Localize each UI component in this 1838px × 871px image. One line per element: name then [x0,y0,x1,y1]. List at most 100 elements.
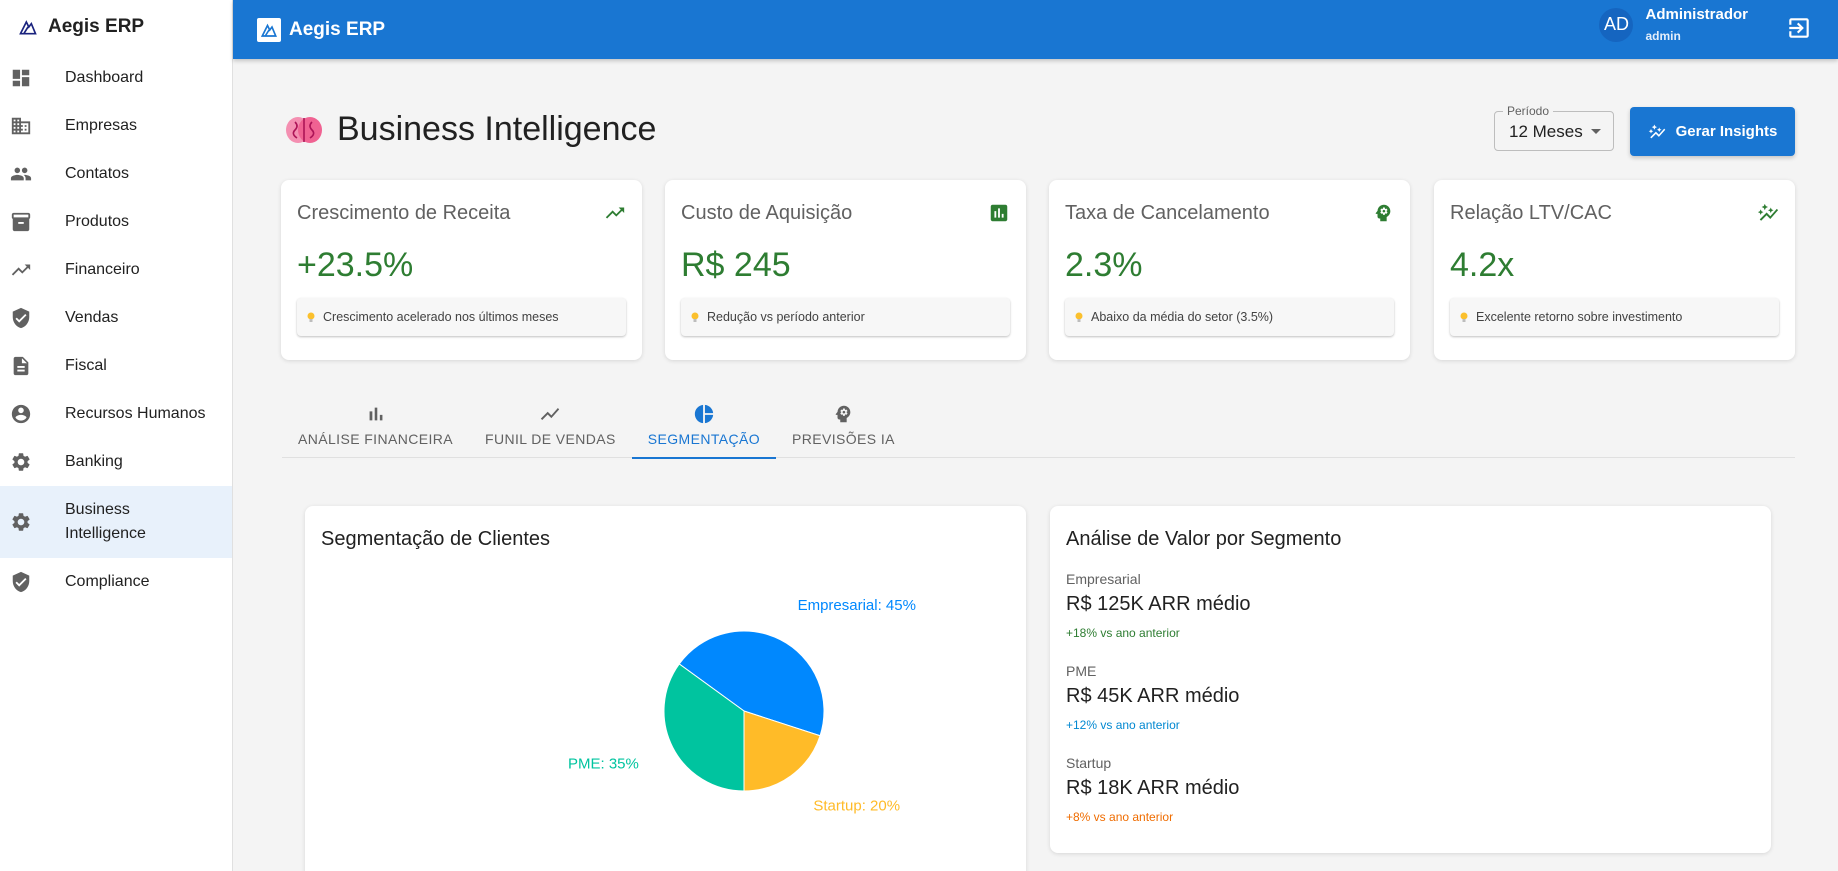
kpi-note: Redução vs período anterior [681,298,1010,336]
kpi-title: Taxa de Cancelamento [1065,202,1270,224]
kpi-value: 4.2x [1450,246,1515,284]
page-title: Business Intelligence [337,110,657,148]
sidebar-item-business-intelligence[interactable]: Business Intelligence [0,486,232,558]
sidebar-item-contatos[interactable]: Contatos [0,150,232,198]
auto-graph-icon [1648,124,1665,138]
tab-analise-financeira[interactable]: ANÁLISE FINANCEIRA [282,392,469,458]
kpi-card-acquisition-cost: Custo de Aquisição R$ 245 Redução vs per… [665,180,1026,360]
trending-up-icon [10,259,32,281]
tab-previsoes-ia[interactable]: PREVISÕES IA [776,392,911,458]
dashboard-icon [10,67,32,89]
tab-label: FUNIL DE VENDAS [485,431,616,447]
segment-value-analysis-card: Análise de Valor por Segmento Empresaria… [1050,506,1771,853]
segment-name: Empresarial [1066,571,1141,587]
sidebar-item-financeiro[interactable]: Financeiro [0,246,232,294]
segment-change: +18% vs ano anterior [1066,626,1180,640]
document-icon [10,355,32,377]
pie-chart-icon [694,404,714,424]
aegis-logo-icon [19,20,37,35]
trending-up-icon [604,202,626,224]
avatar[interactable]: AD [1599,7,1634,42]
period-select[interactable]: Período 12 Meses [1494,104,1614,151]
segment-item-startup: Startup R$ 18K ARR médio +8% vs ano ante… [1066,755,1239,824]
sidebar-item-vendas[interactable]: Vendas [0,294,232,342]
kpi-note-text: Excelente retorno sobre investimento [1476,310,1683,324]
tab-label: SEGMENTAÇÃO [647,431,761,447]
logout-icon[interactable] [1786,15,1812,41]
chevron-down-icon [1591,129,1601,134]
segment-value: R$ 125K ARR médio [1066,593,1251,615]
sidebar-item-label: Empresas [65,117,138,134]
kpi-value: +23.5% [297,246,414,284]
gear-icon [10,511,32,533]
user-role: admin [1645,29,1681,43]
lightbulb-icon [691,312,699,322]
period-select-label: Período [1503,104,1554,118]
gear-icon [10,451,32,473]
account-circle-icon [10,403,32,425]
page-header: Business Intelligence [285,110,656,149]
sidebar-item-recursos-humanos[interactable]: Recursos Humanos [0,390,232,438]
sidebar-item-label: Produtos [65,213,130,230]
kpi-card-churn-rate: Taxa de Cancelamento 2.3% Abaixo da médi… [1049,180,1410,360]
sidebar-item-fiscal[interactable]: Fiscal [0,342,232,390]
tab-segmentacao[interactable]: SEGMENTAÇÃO [631,392,777,459]
psychology-icon [836,405,851,423]
sidebar-item-label: Fiscal [65,357,107,374]
sidebar-item-empresas[interactable]: Empresas [0,102,232,150]
user-menu[interactable]: AD Administrador admin [1599,6,1748,43]
segment-item-pme: PME R$ 45K ARR médio +12% vs ano anterio… [1066,663,1239,732]
card-title: Análise de Valor por Segmento [1066,528,1342,550]
period-select-value: 12 Meses [1509,122,1583,141]
tab-label: PREVISÕES IA [792,431,895,447]
segment-value: R$ 18K ARR médio [1066,777,1240,799]
kpi-value: R$ 245 [681,246,791,284]
shield-icon [10,307,32,329]
generate-insights-label: Gerar Insights [1675,123,1778,140]
segment-change: +12% vs ano anterior [1066,718,1180,732]
bar-chart-icon [988,202,1010,224]
segmentation-pie-chart: Empresarial: 45% Startup: 20% PME: 35% [568,597,916,815]
kpi-note-text: Abaixo da média do setor (3.5%) [1091,310,1274,324]
tab-funil-de-vendas[interactable]: FUNIL DE VENDAS [469,392,632,458]
kpi-title: Relação LTV/CAC [1450,202,1612,224]
sidebar-brand-name: Aegis ERP [48,16,145,37]
segment-name: Startup [1066,755,1112,771]
sidebar: Aegis ERP Dashboard Empresas Contatos Pr… [0,0,233,871]
kpi-title: Custo de Aquisição [681,202,853,224]
kpi-value: 2.3% [1065,246,1143,284]
building-icon [10,115,32,137]
lightbulb-icon [1460,312,1468,322]
sidebar-nav: Dashboard Empresas Contatos Produtos Fin… [0,54,232,606]
customer-segmentation-card: Segmentação de Clientes Empresarial: 45%… [305,506,1026,871]
kpi-card-revenue-growth: Crescimento de Receita +23.5% Cresciment… [281,180,642,360]
bi-tabs: ANÁLISE FINANCEIRA FUNIL DE VENDAS SEGME… [282,392,1795,459]
sidebar-item-label: Banking [65,453,123,470]
sidebar-item-banking[interactable]: Banking [0,438,232,486]
lightbulb-icon [1075,312,1083,322]
lightbulb-icon [307,312,315,322]
segment-change: +8% vs ano anterior [1066,810,1174,824]
shield-icon [10,571,32,593]
pie-label-startup: Startup: 20% [813,797,900,814]
kpi-note: Crescimento acelerado nos últimos meses [297,298,626,336]
segment-item-empresarial: Empresarial R$ 125K ARR médio +18% vs an… [1066,571,1251,640]
user-name: Administrador [1645,6,1748,23]
kpi-card-ltv-cac: Relação LTV/CAC 4.2x Excelente retorno s… [1434,180,1795,360]
user-info: Administrador admin [1645,6,1748,43]
sidebar-item-label: Vendas [65,309,119,326]
sidebar-item-dashboard[interactable]: Dashboard [0,54,232,102]
psychology-icon [1372,202,1394,224]
bar-chart-icon [369,407,382,421]
sidebar-item-produtos[interactable]: Produtos [0,198,232,246]
topbar-logo[interactable]: Aegis ERP [257,17,385,42]
pie-label-empresarial: Empresarial: 45% [798,597,916,614]
archive-icon [10,211,32,233]
generate-insights-button[interactable]: Gerar Insights [1630,107,1795,156]
sidebar-brand[interactable]: Aegis ERP [0,0,232,54]
kpi-note-text: Crescimento acelerado nos últimos meses [323,310,559,324]
sidebar-item-compliance[interactable]: Compliance [0,558,232,606]
kpi-title: Crescimento de Receita [297,202,511,224]
sidebar-item-label: Business Intelligence [65,501,146,542]
sidebar-item-label: Contatos [65,165,130,182]
